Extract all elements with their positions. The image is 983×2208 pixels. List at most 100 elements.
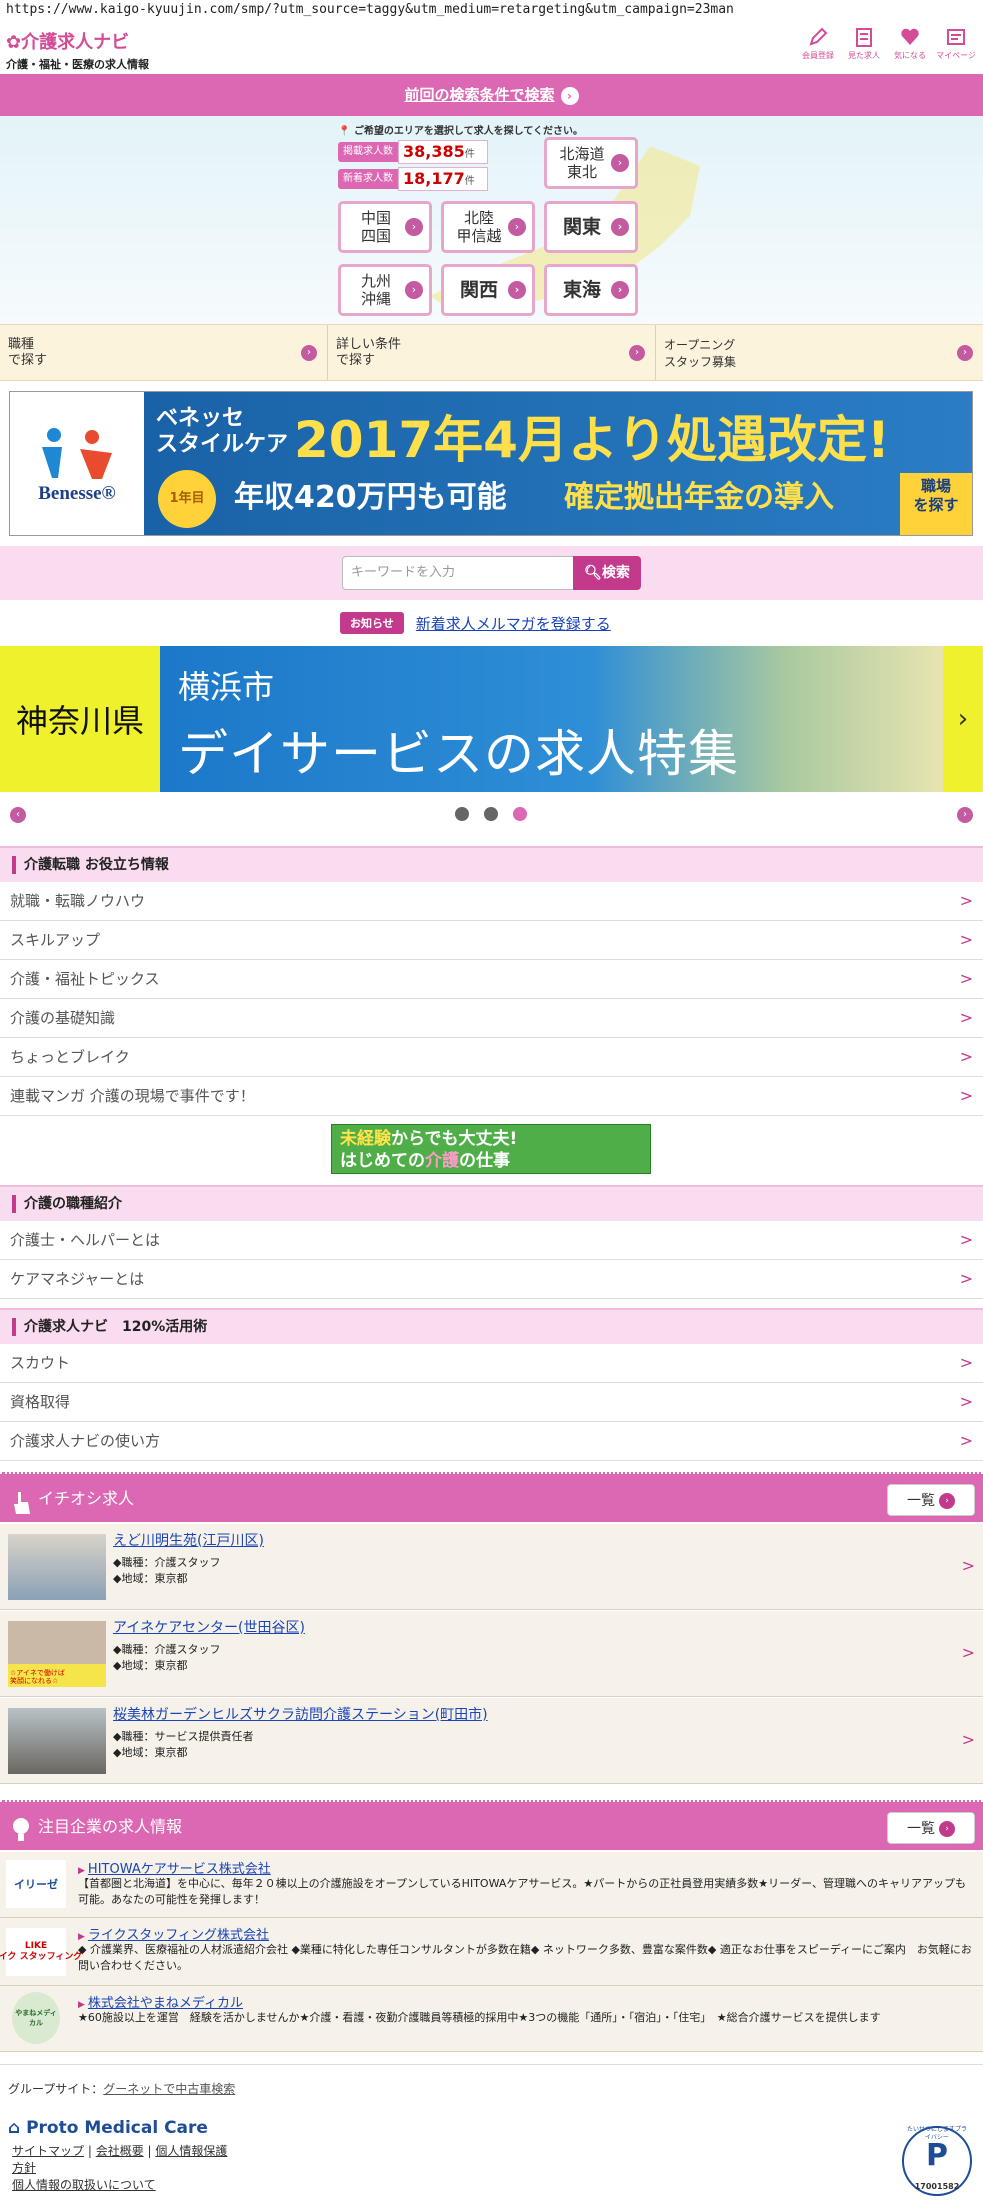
map-hint: 📍 ご希望のエリアを選択して求人を探してください。 <box>338 126 584 137</box>
list-item[interactable]: 連載マンガ 介護の現場で事件です！ > <box>0 1077 983 1116</box>
benesse-cta-button[interactable]: 職場 を探す <box>900 473 972 535</box>
search-button[interactable]: 🔍︎検索 <box>573 556 641 590</box>
company-logo: やまねメディカル <box>12 1992 60 2044</box>
prev-search-bar[interactable]: 前回の検索条件で検索 › <box>0 74 983 116</box>
feature-banner[interactable]: 神奈川県 横浜市 デイサービスの求人特集 › <box>0 646 983 792</box>
policy-link[interactable]: 方針 <box>12 2161 36 2175</box>
group-site: グループサイト：グーネットで中古車検索 <box>8 2082 236 2096</box>
pickup-job-item[interactable]: えど川明生苑(江戸川区) ◆職種：介護スタッフ ◆地域：東京都 > <box>0 1524 983 1610</box>
list-item[interactable]: 介護・福祉トピックス > <box>0 960 983 999</box>
area-kansai-button[interactable]: 関西 › <box>441 264 535 316</box>
footer-links: サイトマップ | 会社概要 | 個人情報保護 方針 個人情報の取扱いについて <box>12 2144 228 2192</box>
benesse-logo: Benesse® <box>10 392 144 535</box>
inexperienced-banner[interactable]: 未経験からでも大丈夫! はじめての介護の仕事 <box>331 1124 651 1174</box>
list-item[interactable]: ケアマネジャーとは > <box>0 1260 983 1299</box>
list-item[interactable]: 介護士・ヘルパーとは > <box>0 1221 983 1260</box>
list-item[interactable]: 介護求人ナビの使い方 > <box>0 1422 983 1461</box>
total-jobs-stat: 掲載求人数 38,385件 <box>338 140 488 164</box>
brand-logo-icon: ⌂ <box>8 2118 21 2138</box>
personal-info-link[interactable]: 個人情報の取扱いについて <box>12 2178 156 2192</box>
arrow-right-icon: › <box>301 344 317 361</box>
job-photo <box>8 1534 106 1600</box>
job-name-link[interactable]: 桜美林ガーデンヒルズサクラ訪問介護ステーション(町田市) <box>113 1704 488 1724</box>
area-kanto-button[interactable]: 関東 › <box>544 201 638 253</box>
area-tokai-button[interactable]: 東海 › <box>544 264 638 316</box>
company-item[interactable]: やまねメディカル 株式会社やまねメディカル ★60施設以上を運営 経験を活かしま… <box>0 1986 983 2052</box>
list-item[interactable]: スキルアップ > <box>0 921 983 960</box>
feature-city: 横浜市 <box>178 668 275 706</box>
pickup-title: イチオシ求人 <box>38 1489 135 1508</box>
list-item[interactable]: ちょっとブレイク > <box>0 1038 983 1077</box>
chevron-right-icon: > <box>959 969 973 988</box>
site-header: ✿介護求人ナビ 介護・福祉・医療の求人情報 会員登録 見た求人 気になる マイペ… <box>0 22 983 72</box>
chevron-right-icon: > <box>959 1230 973 1249</box>
carousel-dot[interactable] <box>455 807 469 821</box>
pencil-icon <box>809 27 828 46</box>
newsletter-link[interactable]: 新着求人メルマガを登録する <box>416 613 611 634</box>
mypage-icon <box>947 29 965 45</box>
sitemap-link[interactable]: サイトマップ <box>12 2144 84 2158</box>
history-button[interactable]: 見た求人 <box>843 26 885 61</box>
privacy-link[interactable]: 個人情報保護 <box>155 2144 227 2158</box>
arrow-right-icon: › <box>508 281 526 299</box>
history-icon <box>856 28 872 47</box>
pickup-job-item[interactable]: 桜美林ガーデンヒルズサクラ訪問介護ステーション(町田市) ◆職種：サービス提供責… <box>0 1698 983 1784</box>
site-logo[interactable]: ✿介護求人ナビ 介護・福祉・医療の求人情報 <box>6 28 149 72</box>
tab-search-by-condition[interactable]: 詳しい条件 で探す › <box>328 325 656 380</box>
footer-brand: ⌂ Proto Medical Care <box>8 2118 208 2138</box>
chevron-right-icon: > <box>959 1431 973 1450</box>
tab-search-by-job[interactable]: 職種 で探す › <box>0 325 328 380</box>
chevron-right-icon: > <box>959 1269 973 1288</box>
carousel-prev-icon[interactable]: ‹ <box>10 807 26 823</box>
job-name-link[interactable]: アイネケアセンター(世田谷区) <box>113 1617 305 1637</box>
chevron-right-icon: > <box>959 1008 973 1027</box>
area-hokuriku-button[interactable]: 北陸 甲信越 › <box>441 201 535 253</box>
section-use-title: 介護求人ナビ 120%活用術 <box>0 1308 983 1344</box>
area-hokkaido-button[interactable]: 北海道 東北 › <box>544 137 638 189</box>
list-item[interactable]: 就職・転職ノウハウ > <box>0 882 983 921</box>
arrow-right-icon: › <box>629 344 645 361</box>
group-site-link[interactable]: グーネットで中古車検索 <box>103 2082 235 2096</box>
logo-title: 介護求人ナビ <box>21 32 130 53</box>
chevron-right-icon: > <box>959 1392 973 1411</box>
new-jobs-stat: 新着求人数 18,177件 <box>338 167 488 191</box>
list-item[interactable]: 資格取得 > <box>0 1383 983 1422</box>
area-chugoku-button[interactable]: 中国 四国 › <box>338 201 432 253</box>
arrow-right-icon: › <box>939 1493 955 1509</box>
company-name-link[interactable]: 株式会社やまねメディカル <box>78 1992 243 2011</box>
carousel-dot[interactable] <box>484 807 498 821</box>
job-photo <box>8 1708 106 1774</box>
chevron-right-icon: > <box>961 1643 975 1662</box>
prev-search-label: 前回の検索条件で検索 <box>404 86 555 104</box>
list-item[interactable]: スカウト > <box>0 1344 983 1383</box>
favorites-button[interactable]: 気になる <box>889 26 931 61</box>
arrow-right-icon: › <box>611 154 629 172</box>
carousel-next-icon[interactable]: › <box>957 807 973 823</box>
company-logo: LIKE ライク スタッフィング <box>0 1928 82 1976</box>
company-name-link[interactable]: ライクスタッフィング株式会社 <box>78 1924 269 1943</box>
chevron-right-icon: > <box>959 891 973 910</box>
list-item[interactable]: 介護の基礎知識 > <box>0 999 983 1038</box>
company-name-link[interactable]: HITOWAケアサービス株式会社 <box>78 1858 271 1877</box>
tab-opening-staff[interactable]: オープニング スタッフ募集 › <box>656 325 983 380</box>
benesse-banner[interactable]: Benesse® ベネッセ スタイルケア 2017年4月より処遇改定! 1年目 … <box>9 391 973 536</box>
pickup-more-button[interactable]: 一覧 › <box>887 1484 975 1516</box>
header-icons: 会員登録 見た求人 気になる マイページ <box>797 26 977 61</box>
search-tabs: 職種 で探す › 詳しい条件 で探す › オープニング スタッフ募集 › <box>0 324 983 381</box>
carousel-dot-active[interactable] <box>513 807 527 821</box>
area-kyushu-button[interactable]: 九州 沖縄 › <box>338 264 432 316</box>
companies-more-button[interactable]: 一覧 › <box>887 1812 975 1844</box>
register-button[interactable]: 会員登録 <box>797 26 839 61</box>
search-input[interactable]: キーワードを入力 <box>342 556 574 590</box>
company-item[interactable]: LIKE ライク スタッフィング ライクスタッフィング株式会社 ◆ 介護業界、医… <box>0 1918 983 1986</box>
flower-icon: ✿ <box>6 32 22 53</box>
company-item[interactable]: イリーゼ HITOWAケアサービス株式会社 【首都圏と北海道】を中心に、毎年２０… <box>0 1852 983 1918</box>
job-name-link[interactable]: えど川明生苑(江戸川区) <box>113 1530 264 1550</box>
company-info-link[interactable]: 会社概要 <box>96 2144 144 2158</box>
benesse-figure-icon <box>42 427 112 479</box>
pickup-job-item[interactable]: ☆アイネで働けば 笑顔になれる☆ アイネケアセンター(世田谷区) ◆職種：介護ス… <box>0 1611 983 1697</box>
chevron-right-icon: > <box>959 930 973 949</box>
mypage-button[interactable]: マイページ <box>935 26 977 61</box>
arrow-right-icon: › <box>560 86 579 105</box>
chevron-right-icon[interactable]: › <box>943 646 983 792</box>
